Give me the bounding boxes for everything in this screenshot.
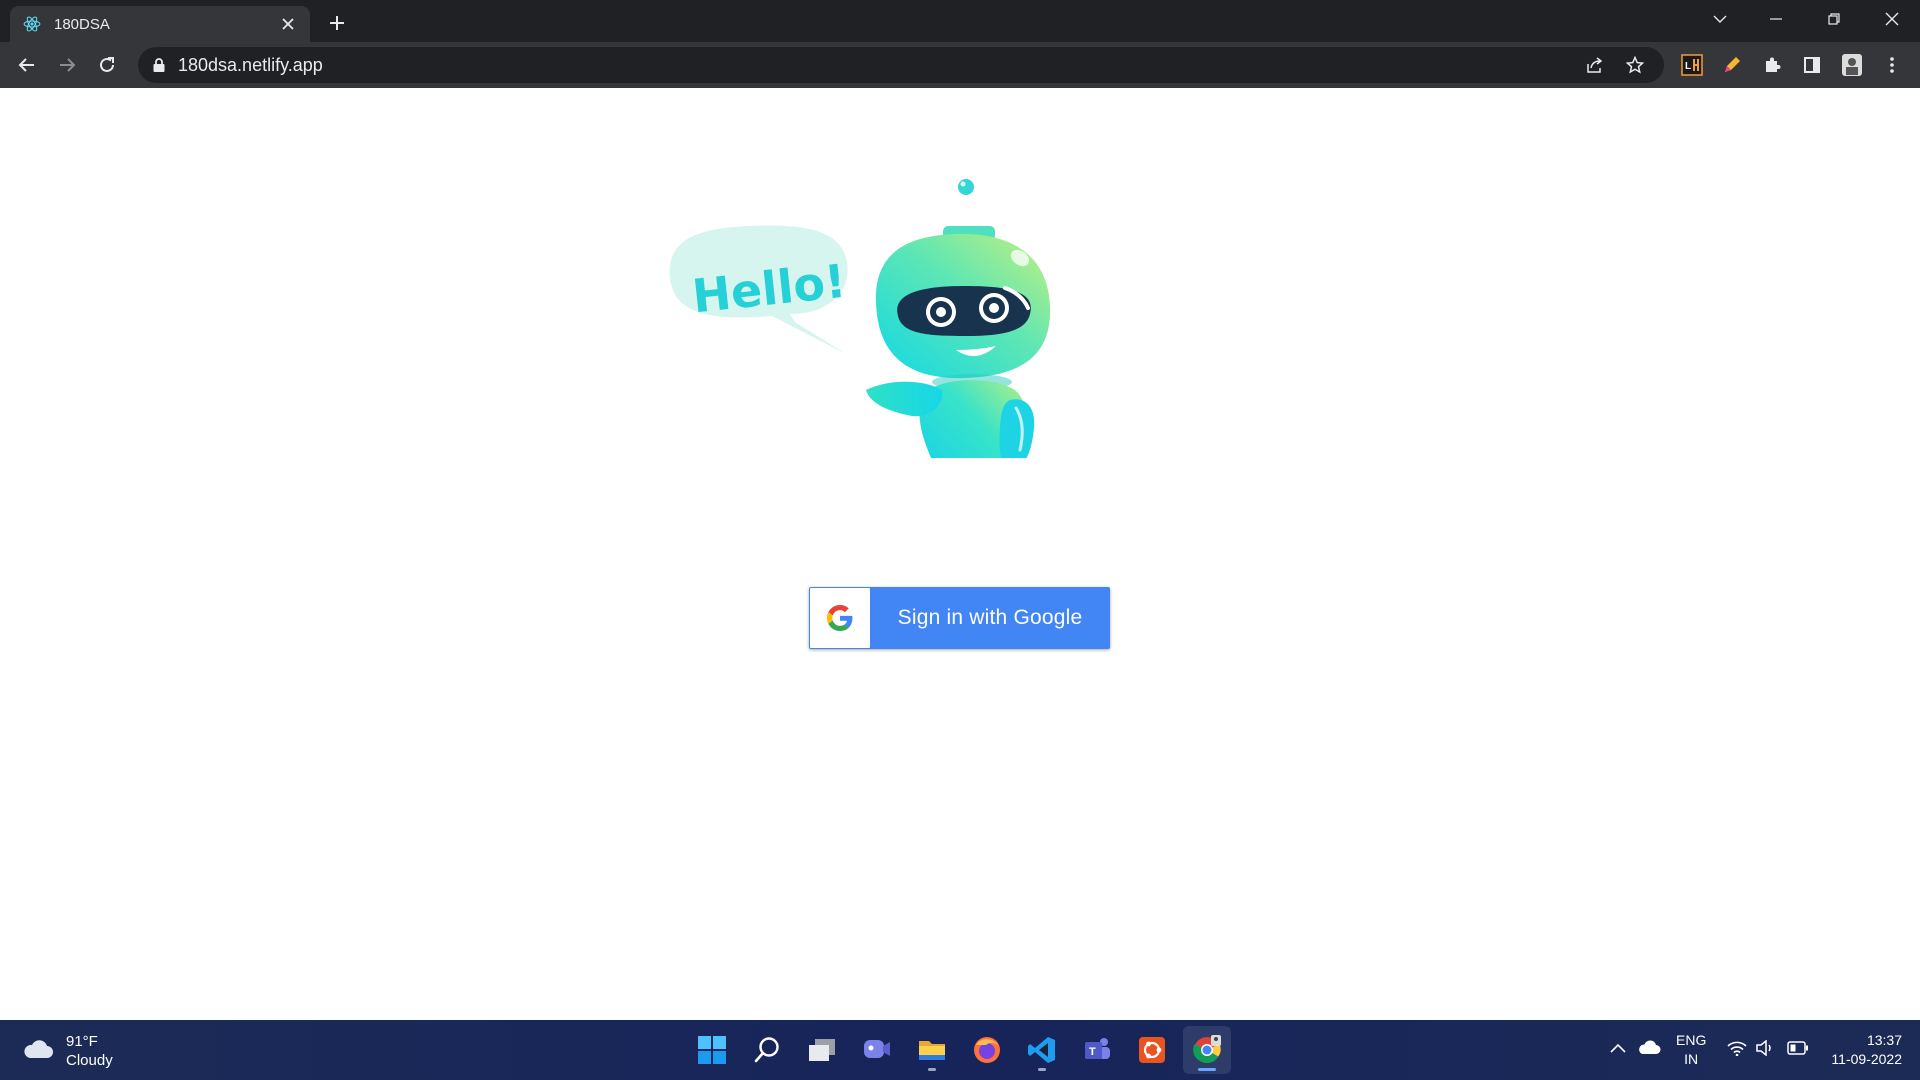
plus-icon[interactable] (322, 8, 352, 38)
weather-widget[interactable]: 91°F Cloudy (22, 1032, 113, 1070)
url-text[interactable]: 180dsa.netlify.app (178, 55, 323, 75)
file-explorer-icon[interactable] (908, 1026, 956, 1074)
sign-in-button-label: Sign in with Google (897, 606, 1083, 629)
tab-title: 180DSA (54, 15, 110, 33)
ubuntu-icon[interactable] (1128, 1026, 1176, 1074)
extensions-puzzle-icon[interactable] (1756, 49, 1788, 81)
minimize-icon[interactable] (1748, 0, 1804, 38)
browser-toolbar: 180dsa.netlify.app L (0, 42, 1920, 88)
vscode-icon[interactable] (1018, 1026, 1066, 1074)
page-content: Hello! Sign in with Google (0, 88, 1920, 1020)
weather-condition: Cloudy (66, 1052, 113, 1069)
lighthouse-extension-icon[interactable]: L (1676, 49, 1708, 81)
close-window-icon[interactable] (1864, 0, 1920, 38)
react-atom-icon (22, 14, 42, 34)
browser-titlebar: 180DSA (0, 0, 1920, 42)
wifi-icon[interactable] (1726, 1038, 1748, 1058)
volume-icon[interactable] (1754, 1038, 1776, 1058)
teams-icon[interactable]: T (1073, 1026, 1121, 1074)
share-icon[interactable] (1579, 49, 1611, 81)
chrome-icon[interactable] (1183, 1026, 1231, 1074)
onedrive-cloud-icon[interactable] (1636, 1038, 1662, 1058)
browser-tab[interactable]: 180DSA (10, 6, 310, 42)
running-indicator (1038, 1068, 1046, 1071)
sign-in-with-google-button[interactable]: Sign in with Google (809, 587, 1110, 649)
lock-icon[interactable] (152, 57, 168, 73)
svg-text:L: L (1685, 61, 1691, 72)
reload-icon[interactable] (91, 49, 123, 81)
language-code: ENG (1676, 1032, 1707, 1048)
battery-icon[interactable] (1786, 1038, 1810, 1058)
running-indicator (928, 1068, 936, 1071)
start-windows-icon[interactable] (688, 1026, 736, 1074)
weather-temperature: 91°F (66, 1033, 98, 1050)
hello-robot-illustration: Hello! (660, 128, 1080, 498)
running-indicator (1198, 1068, 1216, 1071)
windows-taskbar: 91°F Cloudy T ENG IN 13:37 11-09-2022 (0, 1020, 1920, 1080)
task-view-icon[interactable] (798, 1026, 846, 1074)
input-language-indicator[interactable]: ENG IN (1676, 1031, 1706, 1069)
chevron-up-icon[interactable] (1608, 1038, 1628, 1058)
cloud-icon (22, 1038, 54, 1065)
back-arrow-icon[interactable] (11, 49, 43, 81)
bookmark-star-icon[interactable] (1619, 49, 1651, 81)
restore-icon[interactable] (1806, 0, 1862, 38)
clock-time: 13:37 (1866, 1032, 1902, 1048)
svg-text:T: T (1089, 1046, 1096, 1058)
clock-date: 11-09-2022 (1831, 1051, 1902, 1067)
tab-search-icon[interactable] (1692, 0, 1748, 38)
google-logo-icon (810, 588, 870, 648)
language-region: IN (1684, 1051, 1699, 1067)
address-bar[interactable]: 180dsa.netlify.app (138, 47, 1664, 83)
search-icon[interactable] (743, 1026, 791, 1074)
chrome-menu-icon[interactable] (1876, 49, 1908, 81)
system-clock[interactable]: 13:37 11-09-2022 (1822, 1031, 1902, 1069)
side-panel-icon[interactable] (1796, 49, 1828, 81)
chat-icon[interactable] (853, 1026, 901, 1074)
forward-arrow-icon[interactable] (51, 49, 83, 81)
pen-extension-icon[interactable] (1716, 49, 1748, 81)
tab-close-icon[interactable] (278, 14, 298, 35)
firefox-icon[interactable] (963, 1026, 1011, 1074)
profile-avatar-icon[interactable] (1836, 49, 1868, 81)
